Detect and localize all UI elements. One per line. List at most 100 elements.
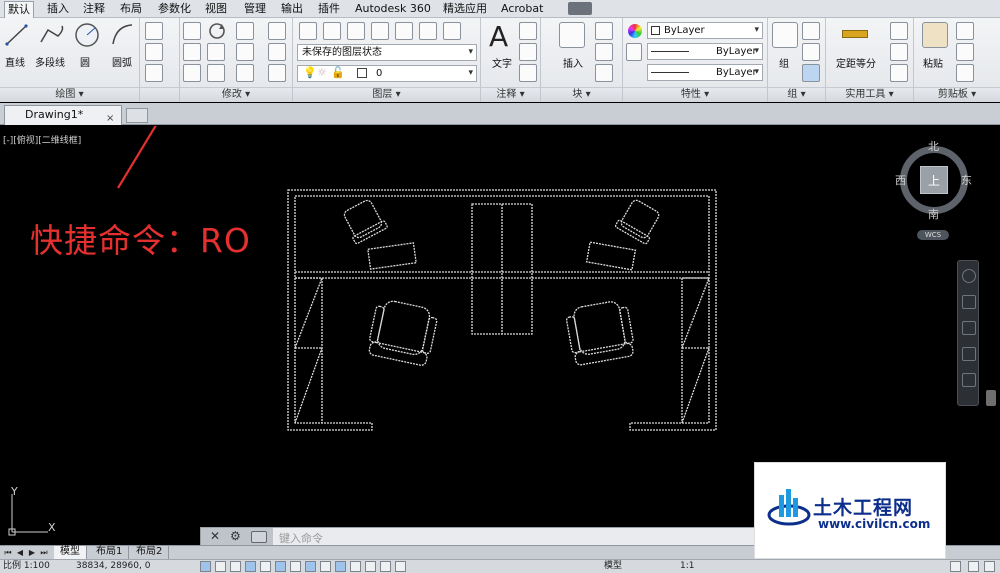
leader-tool-icon[interactable] (519, 43, 537, 61)
new-drawing-tab-button[interactable] (126, 108, 148, 123)
hatch-tool-icon[interactable] (145, 43, 163, 61)
layout-tab-layout1[interactable]: 布局1 (90, 546, 130, 559)
region-tool-icon[interactable] (145, 64, 163, 82)
text-tool-icon[interactable]: A (489, 20, 508, 53)
clean-screen-icon[interactable] (984, 561, 995, 572)
layer-off-icon[interactable] (419, 22, 437, 40)
vertical-scrollbar[interactable] (983, 126, 1000, 544)
model-space-status[interactable]: 模型 (604, 560, 622, 573)
line-tool-icon[interactable] (5, 22, 29, 48)
transparency-toggle[interactable] (365, 561, 376, 572)
arc-tool-icon[interactable] (110, 22, 136, 48)
quick-select-icon[interactable] (890, 22, 908, 40)
move-tool-icon[interactable] (183, 22, 201, 40)
orbit-icon[interactable] (962, 347, 976, 361)
tab-manage[interactable]: 管理 (241, 1, 269, 18)
last-layout-icon[interactable]: ⏭ (39, 547, 49, 558)
calculator-icon[interactable] (890, 64, 908, 82)
annotation-scale-value[interactable]: 1:1 (680, 560, 694, 573)
block-attribute-icon[interactable] (595, 64, 613, 82)
ribbon-toggle-icon[interactable] (568, 2, 592, 15)
viewcube-top-face[interactable]: 上 (920, 166, 948, 194)
rectangle-tool-icon[interactable] (145, 22, 163, 40)
ducs-toggle[interactable] (320, 561, 331, 572)
array-tool-icon[interactable] (236, 64, 254, 82)
measure-icon[interactable] (842, 30, 868, 38)
tab-annotate[interactable]: 注释 (80, 1, 108, 18)
paste-special-icon[interactable] (956, 64, 974, 82)
fillet-tool-icon[interactable] (236, 43, 254, 61)
compass-south[interactable]: 南 (928, 206, 939, 222)
panel-properties-title[interactable]: 特性 ▾ (623, 87, 767, 102)
layer-state-icon[interactable] (323, 22, 341, 40)
dimension-tool-icon[interactable] (519, 22, 537, 40)
tab-insert[interactable]: 插入 (44, 1, 72, 18)
match-properties-icon[interactable] (626, 43, 642, 61)
grid-toggle[interactable] (230, 561, 241, 572)
tab-featured-apps[interactable]: 精选应用 (440, 1, 490, 18)
tab-view[interactable]: 视图 (202, 1, 230, 18)
compass-north[interactable]: 北 (928, 138, 939, 154)
compass-east[interactable]: 东 (961, 172, 972, 188)
tab-autodesk360[interactable]: Autodesk 360 (352, 1, 434, 18)
quick-properties-toggle[interactable] (380, 561, 391, 572)
polar-toggle[interactable] (260, 561, 271, 572)
tab-default[interactable]: 默认 (4, 1, 34, 18)
layer-unisolate-icon[interactable] (371, 22, 389, 40)
tab-acrobat[interactable]: Acrobat (498, 1, 546, 18)
lineweight-toggle[interactable] (350, 561, 361, 572)
showmotion-icon[interactable] (962, 373, 976, 387)
table-tool-icon[interactable] (519, 64, 537, 82)
tab-layout[interactable]: 布局 (117, 1, 145, 18)
osnap-toggle[interactable] (275, 561, 286, 572)
pan-icon[interactable] (962, 295, 976, 309)
steering-wheel-icon[interactable] (962, 269, 976, 283)
wrench-icon[interactable]: ⚙ (230, 529, 241, 543)
panel-modify-title[interactable]: 修改 ▾ (180, 87, 292, 102)
prev-layout-icon[interactable]: ◀ (15, 547, 25, 558)
zoom-icon[interactable] (962, 321, 976, 335)
trim-tool-icon[interactable] (236, 22, 254, 40)
close-icon[interactable]: ✕ (210, 529, 220, 543)
copy-clip-icon[interactable] (956, 43, 974, 61)
color-select[interactable]: ByLayer (647, 22, 763, 39)
group-icon[interactable] (772, 22, 798, 48)
workspace-switch-icon[interactable] (950, 561, 961, 572)
scrollbar-thumb[interactable] (986, 390, 996, 406)
wcs-menu[interactable]: WCS (917, 230, 949, 240)
edit-block-icon[interactable] (595, 43, 613, 61)
annotation-scale-status[interactable]: 比例 1:100 (3, 560, 50, 573)
layout-tab-layout2[interactable]: 布局2 (130, 546, 170, 559)
explode-tool-icon[interactable] (268, 43, 286, 61)
first-layout-icon[interactable]: ⏮ (3, 547, 13, 558)
create-block-icon[interactable] (595, 22, 613, 40)
scale-tool-icon[interactable] (207, 64, 225, 82)
layer-lock-icon[interactable] (443, 22, 461, 40)
ortho-toggle[interactable] (245, 561, 256, 572)
group-select-icon[interactable] (802, 64, 820, 82)
panel-layers-title[interactable]: 图层 ▾ (293, 87, 480, 102)
id-point-icon[interactable] (890, 43, 908, 61)
layout-tab-model[interactable]: 模型 (54, 546, 87, 559)
insert-block-icon[interactable] (559, 22, 585, 48)
panel-utilities-title[interactable]: 实用工具 ▾ (826, 87, 913, 102)
tab-plugins[interactable]: 插件 (315, 1, 343, 18)
infer-constraints-toggle[interactable] (200, 561, 211, 572)
panel-annotation-title[interactable]: 注释 ▾ (481, 87, 540, 102)
panel-groups-title[interactable]: 组 ▾ (768, 87, 825, 102)
panel-clipboard-title[interactable]: 剪贴板 ▾ (914, 87, 1000, 102)
circle-tool-icon[interactable] (73, 21, 101, 49)
otrack-toggle[interactable] (305, 561, 316, 572)
panel-block-title[interactable]: 块 ▾ (541, 87, 622, 102)
tab-output[interactable]: 输出 (278, 1, 306, 18)
lock-ui-icon[interactable] (968, 561, 979, 572)
compass-west[interactable]: 西 (895, 172, 906, 188)
layer-freeze-icon[interactable] (395, 22, 413, 40)
stretch-tool-icon[interactable] (183, 64, 201, 82)
panel-draw-title[interactable]: 绘图 ▾ (0, 87, 139, 102)
snap-toggle[interactable] (215, 561, 226, 572)
command-input[interactable]: 键入命令 (279, 530, 323, 546)
selection-cycling-toggle[interactable] (395, 561, 406, 572)
layer-iso-icon[interactable] (347, 22, 365, 40)
paste-icon[interactable] (922, 22, 948, 48)
